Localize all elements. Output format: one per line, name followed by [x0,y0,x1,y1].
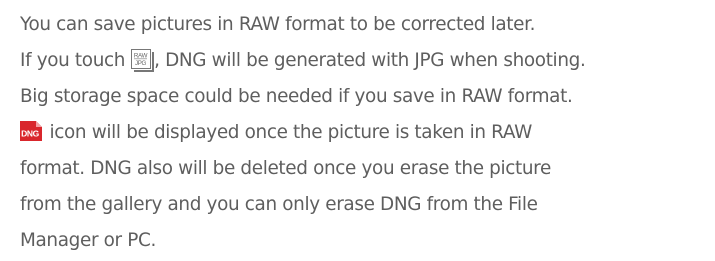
raw-jpg-icon: RAW JPG [131,49,155,72]
text-line-1: You can save pictures in RAW format to b… [20,14,536,35]
raw-jpg-icon-bottom-text: JPG [135,60,147,67]
dng-icon-text: DNG [21,129,40,139]
raw-format-description: You can save pictures in RAW format to b… [20,7,710,259]
text-line-3: Big storage space could be needed if you… [20,86,573,107]
text-line-4: DNG icon will be displayed once the pict… [20,115,710,151]
text-line-4-after: icon will be displayed once the picture … [49,122,533,143]
text-line-7: Manager or PC. [20,230,156,251]
dng-file-icon: DNG [20,121,42,141]
text-line-5: format. DNG also will be deleted once yo… [20,158,551,179]
text-line-2-before: If you touch [20,50,126,71]
text-line-6: from the gallery and you can only erase … [20,194,538,215]
text-line-2: If you touch RAW JPG, DNG will be generate… [20,43,710,79]
text-line-2-after: , DNG will be generated with JPG when sh… [154,50,586,71]
